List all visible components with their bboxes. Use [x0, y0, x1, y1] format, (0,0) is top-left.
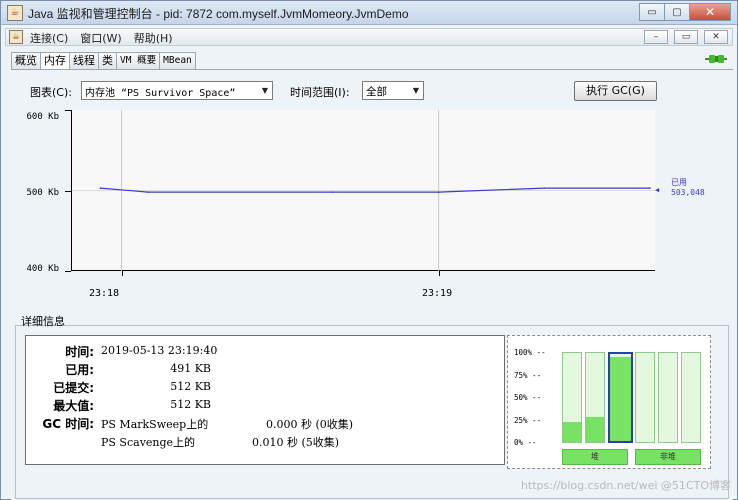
- frame-restore-button[interactable]: ▭: [674, 30, 698, 44]
- detail-label-time: 时间:: [65, 345, 94, 359]
- pct-label: 100% --: [514, 348, 546, 357]
- chart-legend: ◀ 已用 503,048: [655, 178, 705, 198]
- menu-window[interactable]: 窗口(W): [80, 30, 121, 46]
- detail-label-used: 已用:: [65, 363, 94, 377]
- non-heap-group-button[interactable]: 非堆: [635, 449, 701, 465]
- tab-classes[interactable]: 类: [98, 52, 117, 70]
- memory-pool-bar-fill: [586, 417, 604, 442]
- legend-series-name: 已用: [671, 178, 687, 187]
- details-info-box: 时间: 2019-05-13 23:19:40 已用: 491 KB 已提交: …: [25, 335, 505, 465]
- memory-pool-bar-fill: [610, 356, 631, 441]
- connection-plug-icon: [705, 55, 727, 63]
- time-range-value: 全部: [366, 86, 387, 98]
- java-icon: ☕: [9, 30, 23, 44]
- frame-minimize-button[interactable]: –: [644, 30, 668, 44]
- chevron-down-icon: ▼: [412, 86, 419, 95]
- java-icon: ☕: [7, 5, 23, 21]
- menu-connection[interactable]: 连接(C): [30, 30, 68, 46]
- memory-pool-bar[interactable]: [585, 352, 605, 443]
- memory-pool-bar[interactable]: [681, 352, 701, 443]
- frame-close-button[interactable]: ✕: [704, 30, 728, 44]
- detail-value-used: 491 KB: [170, 362, 211, 375]
- memory-panel: 图表(C): 内存池 “PS Survivor Space” ▼ 时间范围(I)…: [11, 70, 733, 500]
- memory-pool-bars: 100% -- 75% -- 50% -- 25% -- 0% -- 堆 非堆: [507, 335, 711, 469]
- chart-select-value: 内存池 “PS Survivor Space”: [85, 88, 236, 99]
- title-bar[interactable]: ☕ Java 监视和管理控制台 - pid: 7872 com.myself.J…: [1, 1, 737, 25]
- series-point: [649, 187, 651, 189]
- heap-group-button[interactable]: 堆: [562, 449, 628, 465]
- memory-pool-bar[interactable]: [635, 352, 655, 443]
- time-range-label: 时间范围(I):: [290, 86, 350, 99]
- x-tick-mark: [121, 271, 123, 276]
- memory-pool-bar[interactable]: [658, 352, 678, 443]
- minimize-button[interactable]: ▭: [639, 3, 665, 21]
- y-tick-mark: [65, 190, 71, 192]
- gc-collector-time: 0.000 秒 (0收集): [266, 418, 354, 431]
- tab-threads[interactable]: 线程: [69, 52, 99, 70]
- legend-series-value: 503,048: [671, 188, 705, 197]
- x-tick-label: 23:18: [89, 288, 120, 299]
- y-tick-mark: [65, 110, 71, 111]
- window-title: Java 监视和管理控制台 - pid: 7872 com.myself.Jvm…: [28, 7, 409, 21]
- detail-value-committed: 512 KB: [170, 380, 211, 393]
- menu-bar: 连接(C) 窗口(W) 帮助(H): [30, 30, 173, 46]
- time-range-select[interactable]: 全部 ▼: [362, 81, 424, 100]
- watermark: https://blog.csdn.net/wei @51CTO博客: [520, 479, 731, 492]
- series-point: [147, 191, 149, 193]
- detail-value-time: 2019-05-13 23:19:40: [101, 344, 218, 357]
- y-tick-label: 400 Kb: [26, 264, 59, 274]
- window-controls: ▭ ▢ ✕: [639, 3, 731, 21]
- memory-chart-svg: [72, 110, 656, 271]
- legend-marker-icon: ◀: [655, 186, 660, 194]
- memory-pool-bar-fill: [563, 422, 581, 442]
- pct-label: 0% --: [514, 438, 537, 447]
- chevron-down-icon: ▼: [261, 86, 268, 95]
- y-tick-mark: [65, 271, 71, 272]
- detail-label-committed: 已提交:: [53, 381, 94, 395]
- tab-overview[interactable]: 概览: [11, 52, 41, 70]
- y-tick-label: 600 Kb: [26, 112, 59, 122]
- memory-pool-bar[interactable]: [608, 352, 633, 443]
- tab-vm-summary[interactable]: VM 概要: [116, 52, 161, 70]
- x-tick-label: 23:19: [422, 288, 453, 299]
- menu-help[interactable]: 帮助(H): [134, 30, 173, 46]
- tab-mbean[interactable]: MBean: [159, 52, 196, 70]
- detail-label-max: 最大值:: [53, 399, 94, 413]
- detail-label-gc-time: GC 时间:: [42, 417, 94, 431]
- series-point: [332, 191, 334, 193]
- pct-label: 25% --: [514, 416, 542, 425]
- app-window: ☕ Java 监视和管理控制台 - pid: 7872 com.myself.J…: [0, 0, 738, 500]
- y-tick-label: 500 Kb: [26, 188, 59, 198]
- chart-select[interactable]: 内存池 “PS Survivor Space” ▼: [81, 81, 273, 100]
- pct-label: 75% --: [514, 371, 542, 380]
- perform-gc-button[interactable]: 执行 GC(G): [574, 81, 657, 101]
- close-button[interactable]: ✕: [689, 3, 731, 21]
- gc-collector-time: 0.010 秒 (5收集): [252, 436, 340, 449]
- details-title: 详细信息: [21, 315, 65, 328]
- memory-pool-bar[interactable]: [562, 352, 582, 443]
- chart-select-label: 图表(C):: [30, 86, 72, 99]
- tab-bar: 概览 内存 线程 类 VM 概要 MBean: [11, 52, 196, 71]
- series-point: [437, 191, 440, 193]
- detail-value-max: 512 KB: [170, 398, 211, 411]
- frame-controls: – ▭ ✕: [644, 30, 728, 44]
- pct-label: 50% --: [514, 393, 542, 402]
- series-point: [543, 187, 546, 189]
- x-tick-mark: [438, 271, 440, 276]
- maximize-button[interactable]: ▢: [664, 3, 690, 21]
- internal-frame-bar: ☕ 连接(C) 窗口(W) 帮助(H) – ▭ ✕: [5, 28, 733, 46]
- gc-collector-name: PS Scavenge上的: [101, 436, 196, 449]
- memory-chart: [71, 110, 656, 271]
- series-point: [99, 187, 102, 189]
- gc-collector-name: PS MarkSweep上的: [101, 418, 209, 431]
